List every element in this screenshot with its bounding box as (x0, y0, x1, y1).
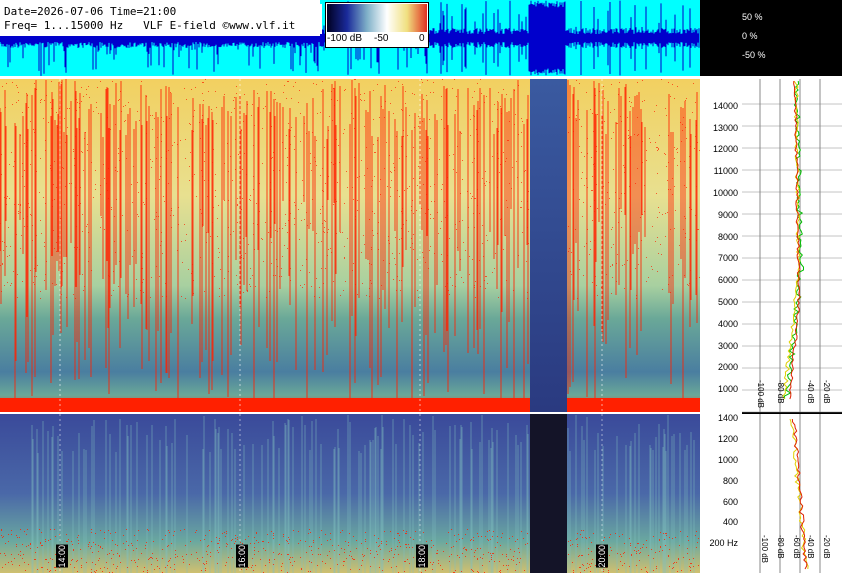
freq-tick-low-400: 400 (722, 517, 738, 528)
amplitude-tick-0: 0 % (742, 31, 758, 41)
colorbar-label-max: 0 (419, 33, 425, 44)
amplitude-axis-panel (700, 0, 842, 76)
spectrogram-low (0, 414, 700, 573)
freq-tick-high-13000: 13000 (712, 122, 738, 133)
freq-tick-low-200 Hz: 200 Hz (709, 538, 738, 549)
colorbar: -100 dB -50 0 (325, 2, 429, 48)
freq-tick-high-4000: 4000 (717, 318, 738, 329)
amplitude-tick-minus50: -50 % (742, 50, 766, 60)
time-tick-16:00: 16:00 (236, 545, 248, 568)
db-tick-high-1: -80 dB (776, 380, 785, 404)
colorbar-gradient (327, 4, 427, 32)
freq-tick-high-6000: 6000 (717, 275, 738, 286)
amplitude-tick-50: 50 % (742, 12, 763, 22)
db-tick-low-1: -80 dB (776, 535, 785, 559)
freq-tick-high-2000: 2000 (717, 362, 738, 373)
freq-tick-high-9000: 9000 (717, 209, 738, 220)
freq-tick-low-1000: 1000 (717, 455, 738, 465)
freq-tick-high-11000: 11000 (713, 166, 738, 177)
freq-tick-low-600: 600 (722, 496, 738, 507)
time-tick-18:00: 18:00 (416, 545, 428, 568)
freq-tick-high-1000: 1000 (717, 384, 738, 395)
freq-tick-high-10000: 10000 (712, 188, 738, 198)
freq-tick-low-1200: 1200 (717, 434, 738, 445)
spectrogram-low-gap (530, 414, 567, 573)
freq-tick-high-3000: 3000 (717, 340, 738, 351)
spectrogram-high (0, 79, 700, 412)
freq-tick-high-8000: 8000 (717, 231, 738, 242)
colorbar-label-min: -100 dB (327, 33, 363, 44)
db-tick-high-2: -40 dB (806, 380, 815, 404)
freq-tick-low-1400: 1400 (717, 413, 738, 424)
db-tick-low-0: -100 dB (760, 535, 769, 564)
vlf-spectrogram-screen: Date=2026-07-06 Time=21:00 Freq= 1...150… (0, 0, 842, 573)
freq-tick-high-7000: 7000 (717, 253, 738, 264)
time-tick-14:00: 14:00 (56, 545, 68, 568)
db-tick-high-3: -20 dB (822, 380, 831, 404)
colorbar-fill (327, 4, 427, 32)
db-tick-low-4: -20 dB (822, 535, 831, 559)
freq-tick-high-14000: 14000 (712, 100, 738, 111)
freq-tick-high-5000: 5000 (717, 297, 738, 307)
colorbar-label-mid: -50 (374, 33, 389, 44)
spectrogram-high-floor (0, 398, 700, 412)
db-tick-high-0: -100 dB (756, 380, 765, 409)
db-tick-low-2: -60 dB (792, 535, 801, 559)
header-info-box: Date=2026-07-06 Time=21:00 Freq= 1...150… (2, 4, 322, 34)
header-date-time: Date=2026-07-06 Time=21:00 (4, 5, 177, 18)
time-tick-20:00: 20:00 (596, 545, 608, 568)
freq-tick-low-800: 800 (722, 475, 738, 486)
db-tick-low-3: -40 dB (806, 535, 815, 559)
header-freq-info: Freq= 1...15000 Hz VLF E-field ©www.vlf.… (4, 19, 296, 32)
freq-tick-high-12000: 12000 (712, 144, 738, 155)
spectrogram-high-gap (530, 79, 567, 412)
